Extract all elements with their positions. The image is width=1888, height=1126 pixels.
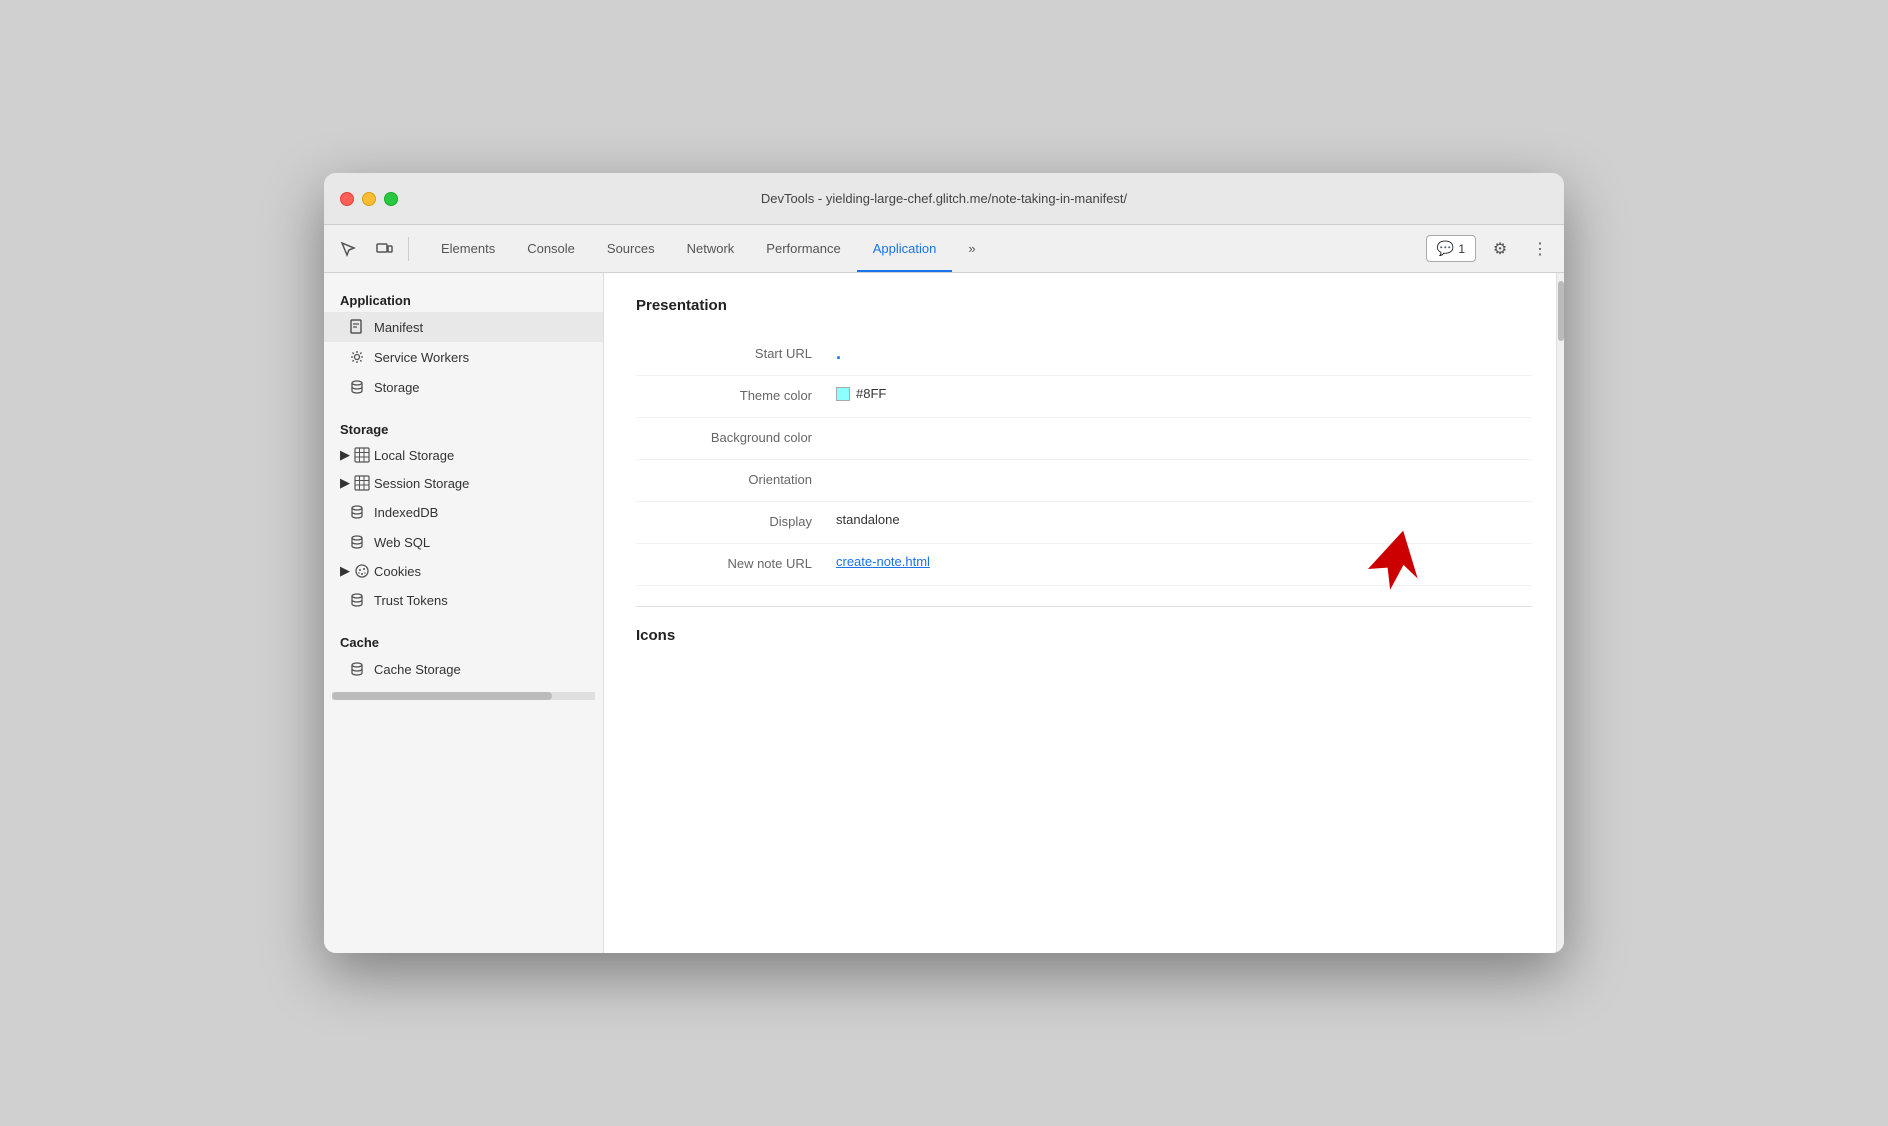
property-value-theme-color: #8FF <box>836 386 1532 401</box>
expand-arrow-session-storage: ▶ <box>340 475 350 491</box>
property-row-background-color: Background color <box>636 418 1532 460</box>
property-row-display: Display standalone <box>636 502 1532 544</box>
inspect-element-button[interactable] <box>332 233 364 265</box>
tab-performance[interactable]: Performance <box>750 225 856 272</box>
titlebar: DevTools - yielding-large-chef.glitch.me… <box>324 173 1564 225</box>
property-row-theme-color: Theme color #8FF <box>636 376 1532 418</box>
toolbar-separator <box>408 237 409 261</box>
traffic-lights <box>340 192 398 206</box>
property-label-display: Display <box>636 512 836 529</box>
color-value-theme: #8FF <box>836 386 1532 401</box>
tab-application[interactable]: Application <box>857 225 953 272</box>
sidebar-item-trust-tokens[interactable]: Trust Tokens <box>324 585 603 615</box>
device-toolbar-button[interactable] <box>368 233 400 265</box>
sidebar-section-storage: Storage <box>324 414 603 441</box>
tab-bar: Elements Console Sources Network Perform… <box>425 225 1422 272</box>
sidebar-item-indexeddb[interactable]: IndexedDB <box>324 497 603 527</box>
grid-icon-session-storage <box>354 475 370 491</box>
toolbar: Elements Console Sources Network Perform… <box>324 225 1564 273</box>
property-label-start-url: Start URL <box>636 344 836 361</box>
manifest-icon <box>348 318 366 336</box>
property-value-start-url: . <box>836 344 1532 362</box>
sidebar-item-service-workers[interactable]: Service Workers <box>324 342 603 372</box>
expand-arrow-cookies: ▶ <box>340 563 350 579</box>
chat-icon: 💬 <box>1437 240 1454 257</box>
tab-more[interactable]: » <box>952 225 991 272</box>
window-title: DevTools - yielding-large-chef.glitch.me… <box>761 191 1127 206</box>
property-label-theme-color: Theme color <box>636 386 836 403</box>
settings-button[interactable]: ⚙ <box>1484 233 1516 265</box>
db-icon-trust-tokens <box>348 591 366 609</box>
section-divider <box>636 606 1532 607</box>
devtools-window: DevTools - yielding-large-chef.glitch.me… <box>324 173 1564 953</box>
toolbar-right: 💬 1 ⚙ ⋮ <box>1426 233 1556 265</box>
db-icon-cache-storage <box>348 660 366 678</box>
content-scrollbar-thumb <box>1558 281 1564 341</box>
sidebar-item-cache-storage[interactable]: Cache Storage <box>324 654 603 684</box>
property-row-new-note-url: New note URL create-note.html <box>636 544 1532 586</box>
sidebar-section-application: Application <box>324 285 603 312</box>
more-options-button[interactable]: ⋮ <box>1524 233 1556 265</box>
sidebar-item-manifest[interactable]: Manifest <box>324 312 603 342</box>
tab-sources[interactable]: Sources <box>591 225 671 272</box>
sidebar: Application Manifest Service <box>324 273 604 953</box>
notification-button[interactable]: 💬 1 <box>1426 235 1476 262</box>
sidebar-section-cache: Cache <box>324 627 603 654</box>
maximize-button[interactable] <box>384 192 398 206</box>
content-panel: Presentation Start URL . Theme color #8F… <box>604 273 1564 953</box>
property-row-start-url: Start URL . <box>636 334 1532 376</box>
property-value-display: standalone <box>836 512 1532 527</box>
property-value-new-note-url: create-note.html <box>836 554 1532 569</box>
property-label-new-note-url: New note URL <box>636 554 836 571</box>
sidebar-item-storage-app[interactable]: Storage <box>324 372 603 402</box>
presentation-section-title: Presentation <box>636 297 1532 314</box>
content-scrollbar-track[interactable] <box>1556 273 1564 953</box>
close-button[interactable] <box>340 192 354 206</box>
expand-arrow-local-storage: ▶ <box>340 447 350 463</box>
minimize-button[interactable] <box>362 192 376 206</box>
property-row-orientation: Orientation <box>636 460 1532 502</box>
icons-section: Icons <box>636 606 1532 644</box>
sidebar-item-local-storage[interactable]: ▶ Local Storage <box>324 441 603 469</box>
icons-section-title: Icons <box>636 627 1532 644</box>
grid-icon-local-storage <box>354 447 370 463</box>
gear-icon <box>348 348 366 366</box>
tab-console[interactable]: Console <box>511 225 591 272</box>
db-icon-indexeddb <box>348 503 366 521</box>
sidebar-divider-1 <box>324 402 603 414</box>
main-area: Application Manifest Service <box>324 273 1564 953</box>
sidebar-item-cookies[interactable]: ▶ Cookies <box>324 557 603 585</box>
sidebar-item-session-storage[interactable]: ▶ Session Storage <box>324 469 603 497</box>
start-url-dot: . <box>836 343 841 363</box>
sidebar-item-web-sql[interactable]: Web SQL <box>324 527 603 557</box>
cookie-icon <box>354 563 370 579</box>
db-icon <box>348 378 366 396</box>
property-label-orientation: Orientation <box>636 470 836 487</box>
db-icon-web-sql <box>348 533 366 551</box>
new-note-url-link[interactable]: create-note.html <box>836 554 930 569</box>
sidebar-divider-2 <box>324 615 603 627</box>
tab-network[interactable]: Network <box>671 225 751 272</box>
sidebar-scrollbar[interactable] <box>332 692 595 700</box>
property-label-background-color: Background color <box>636 428 836 445</box>
theme-color-swatch <box>836 387 850 401</box>
tab-elements[interactable]: Elements <box>425 225 511 272</box>
